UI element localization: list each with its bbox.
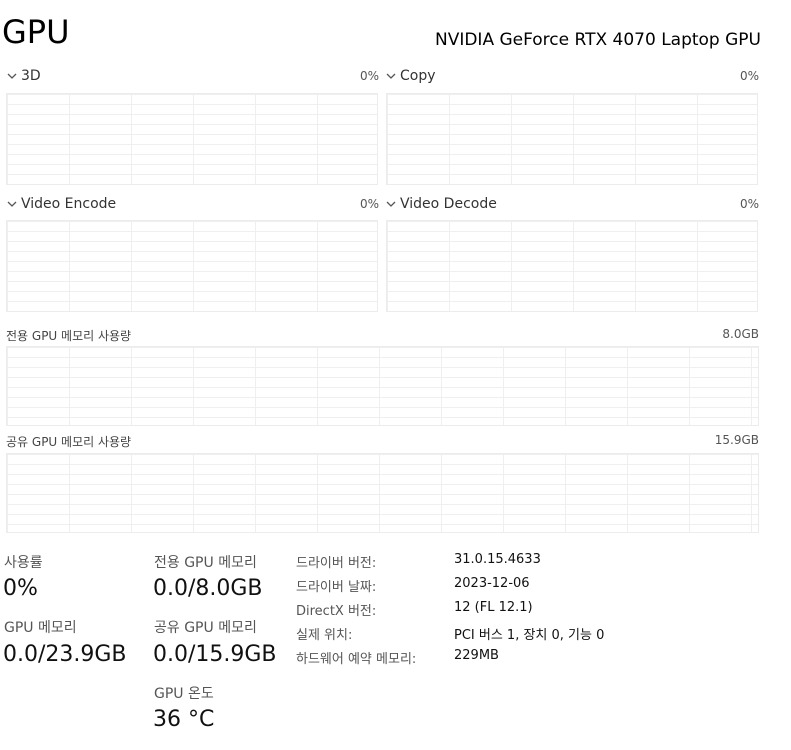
gpu-memory-value: 0.0/23.9GB <box>3 642 127 667</box>
graph-video-encode <box>6 220 378 312</box>
graph-3d <box>6 93 378 185</box>
utilization-value: 0% <box>3 576 38 601</box>
directx-version-label: DirectX 버전: <box>296 604 377 619</box>
engine-value-video-decode: 0% <box>739 197 759 211</box>
dedicated-memory-value: 0.0/8.0GB <box>153 576 263 601</box>
dedicated-memory-graph-max: 8.0GB <box>722 327 759 341</box>
driver-date-value: 2023-12-06 <box>454 576 530 591</box>
graph-dedicated-memory <box>6 346 759 426</box>
hardware-reserved-memory-value: 229MB <box>454 648 499 663</box>
shared-memory-value: 0.0/15.9GB <box>153 642 277 667</box>
engine-selector-video-encode[interactable]: Video Encode <box>6 196 116 212</box>
page-title: GPU <box>2 13 70 51</box>
shared-memory-graph-label: 공유 GPU 메모리 사용량 <box>6 435 132 449</box>
shared-memory-graph-max: 15.9GB <box>714 433 759 447</box>
driver-version-value: 31.0.15.4633 <box>454 552 541 567</box>
engine-value-copy: 0% <box>739 69 759 83</box>
engine-label-3d: 3D <box>21 68 41 84</box>
directx-version-value: 12 (FL 12.1) <box>454 600 533 615</box>
device-name: NVIDIA GeForce RTX 4070 Laptop GPU <box>434 30 761 50</box>
chevron-down-icon <box>7 201 17 207</box>
engine-label-video-decode: Video Decode <box>400 196 497 212</box>
gpu-memory-label: GPU 메모리 <box>4 620 77 636</box>
driver-date-label: 드라이버 날짜: <box>296 580 377 595</box>
graph-copy <box>386 93 758 185</box>
utilization-label: 사용률 <box>4 555 43 571</box>
engine-selector-video-decode[interactable]: Video Decode <box>385 196 497 212</box>
engine-label-copy: Copy <box>400 68 436 84</box>
engine-label-video-encode: Video Encode <box>21 196 117 212</box>
dedicated-memory-label: 전용 GPU 메모리 <box>154 555 257 571</box>
chevron-down-icon <box>386 73 396 79</box>
chevron-down-icon <box>7 73 17 79</box>
driver-version-label: 드라이버 버전: <box>296 556 377 571</box>
chevron-down-icon <box>386 201 396 207</box>
engine-selector-copy[interactable]: Copy <box>385 68 436 84</box>
gpu-temperature-value: 36 °C <box>153 707 215 732</box>
physical-location-label: 실제 위치: <box>296 628 353 643</box>
dedicated-memory-graph-label: 전용 GPU 메모리 사용량 <box>6 329 132 343</box>
engine-selector-3d[interactable]: 3D <box>6 68 41 84</box>
shared-memory-label: 공유 GPU 메모리 <box>154 620 257 636</box>
graph-shared-memory <box>6 453 759 533</box>
physical-location-value: PCI 버스 1, 장치 0, 기능 0 <box>454 628 605 643</box>
hardware-reserved-memory-label: 하드웨어 예약 메모리: <box>296 652 417 667</box>
engine-value-video-encode: 0% <box>359 197 379 211</box>
gpu-temperature-label: GPU 온도 <box>154 686 214 702</box>
graph-video-decode <box>386 220 758 312</box>
engine-value-3d: 0% <box>359 69 379 83</box>
